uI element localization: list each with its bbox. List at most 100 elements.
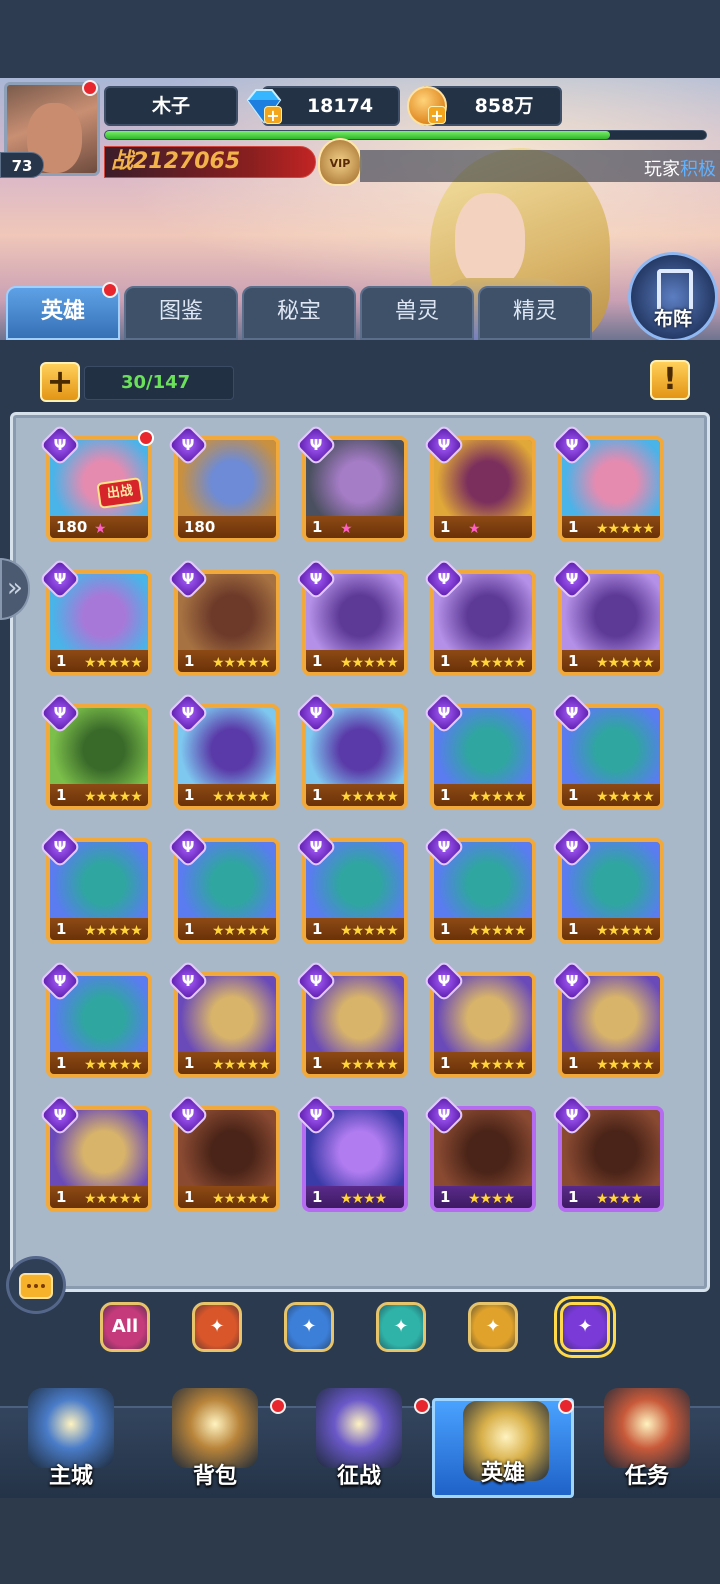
hero-stars: ★★★★★ [340,655,399,671]
hero-stars: ★ [468,521,481,537]
vip-badge[interactable]: VIP [318,138,362,186]
hero-stars: ★★★★★ [212,655,271,671]
hero-card-footer: 1 ★★★★★ [434,784,532,806]
hero-card-footer: 1 ★★★★ [434,1186,532,1208]
hero-card-footer: 1 ★★★★★ [50,1186,148,1208]
info-button[interactable]: ! [650,360,690,400]
avatar-notification-dot [82,80,98,96]
hero-card-footer: 1 ★ [306,516,404,538]
experience-fill [105,131,610,139]
hero-stars: ★★★★★ [596,655,655,671]
nav-dragon-portal[interactable]: 征战 [288,1388,430,1498]
skull-faction-icon[interactable]: ✦ [376,1302,426,1352]
hero-card-footer: 1 ★★★★ [306,1186,404,1208]
hero-card-footer: 1 ★★★★★ [50,918,148,940]
player-level: 73 [0,152,44,178]
hero-level: 1 [56,1188,67,1206]
nav-label: 征战 [336,1464,381,1489]
trident-faction-icon[interactable]: ✦ [560,1302,610,1352]
hero-stars: ★ [94,521,107,537]
tab-4[interactable]: 精灵 [478,286,592,340]
add-gold-button[interactable]: + [428,106,446,124]
nav-notification-dot [270,1398,286,1414]
news-ticker: 玩家积极 [360,150,720,182]
hero-level: 180 [184,518,216,536]
hero-card-footer: 1 ★★★★★ [50,650,148,672]
hero-card-footer: 1 ★★★★★ [306,1052,404,1074]
nav-notification-dot [558,1398,574,1414]
hero-stars: ★★★★★ [468,655,527,671]
hero-level: 1 [568,652,579,670]
hero-card-footer: 1 ★★★★★ [306,784,404,806]
scroll-icon [604,1388,690,1468]
formation-button[interactable]: 布阵 [628,252,718,342]
hero-stars: ★★★★★ [212,1191,271,1207]
hero-level: 1 [184,652,195,670]
hero-card-footer: 1 ★★★★★ [178,650,276,672]
bottom-spacer [0,1498,720,1584]
hero-card-footer: 1 ★★★★★ [562,650,660,672]
all-filter-icon[interactable]: All [100,1302,150,1352]
hero-stars: ★★★★★ [340,923,399,939]
fire-faction-icon[interactable]: ✦ [192,1302,242,1352]
hero-stars: ★★★★★ [212,923,271,939]
hero-card-footer: 180 ★ [50,516,148,538]
hero-level: 1 [312,1054,323,1072]
hero-level: 1 [568,786,579,804]
nav-notification-dot [414,1398,430,1414]
formation-icon [657,269,693,309]
hero-notification-dot [138,430,154,446]
hero-level: 1 [568,1188,579,1206]
tab-3[interactable]: 兽灵 [360,286,474,340]
nav-helmet[interactable]: 英雄 [432,1398,574,1498]
add-diamond-button[interactable]: + [264,106,282,124]
hero-level: 1 [312,518,323,536]
expand-capacity-button[interactable]: + [40,362,80,402]
tab-2[interactable]: 秘宝 [242,286,356,340]
hero-stars: ★★★★★ [212,789,271,805]
hero-level: 1 [440,652,451,670]
hero-level: 1 [56,652,67,670]
hero-card-footer: 1 ★★★★★ [306,650,404,672]
hero-level: 1 [568,518,579,536]
hero-card-footer: 1 ★★★★★ [50,784,148,806]
cross-faction-icon[interactable]: ✦ [284,1302,334,1352]
hero-card-footer: 1 ★★★★★ [50,1052,148,1074]
hero-stars: ★★★★★ [596,521,655,537]
game-screen: 73 木子 18174 + 858万 + 战2127065 VIP 玩家积极 英… [0,0,720,1584]
hero-stars: ★★★★★ [84,1191,143,1207]
nav-scroll[interactable]: 任务 [576,1388,718,1498]
hero-card-footer: 1 ★★★★★ [178,1052,276,1074]
hero-stars: ★★★★★ [84,923,143,939]
hero-level: 1 [56,786,67,804]
hero-level: 1 [440,518,451,536]
hero-stars: ★★★★★ [84,1057,143,1073]
hero-stars: ★★★★★ [84,789,143,805]
tab-1[interactable]: 图鉴 [124,286,238,340]
chat-icon [19,1273,53,1299]
hero-card-footer: 1 ★★★★★ [306,918,404,940]
dragon-portal-icon [316,1388,402,1468]
wing-faction-icon[interactable]: ✦ [468,1302,518,1352]
chat-button[interactable] [6,1256,66,1314]
hero-card-footer: 1 ★★★★★ [178,784,276,806]
tab-notification-dot [102,282,118,298]
nav-chest[interactable]: 背包 [144,1388,286,1498]
hero-stars: ★★★★★ [468,1057,527,1073]
hero-level: 1 [440,1054,451,1072]
hero-level: 1 [184,1188,195,1206]
nav-label: 背包 [192,1464,237,1489]
nav-label: 主城 [48,1464,93,1489]
hero-stars: ★★★★ [468,1191,515,1207]
hero-stars: ★★★★ [596,1191,643,1207]
hero-level: 1 [440,786,451,804]
chest-icon [172,1388,258,1468]
hero-stars: ★★★★★ [596,1057,655,1073]
banner-heroine-face [455,193,525,288]
hero-card-footer: 1 ★★★★★ [434,918,532,940]
hero-card-footer: 1 ★★★★ [562,1186,660,1208]
hero-level: 1 [56,1054,67,1072]
nav-castle[interactable]: 主城 [0,1388,142,1498]
hero-stars: ★★★★★ [212,1057,271,1073]
hero-card-footer: 1 ★★★★★ [178,1186,276,1208]
